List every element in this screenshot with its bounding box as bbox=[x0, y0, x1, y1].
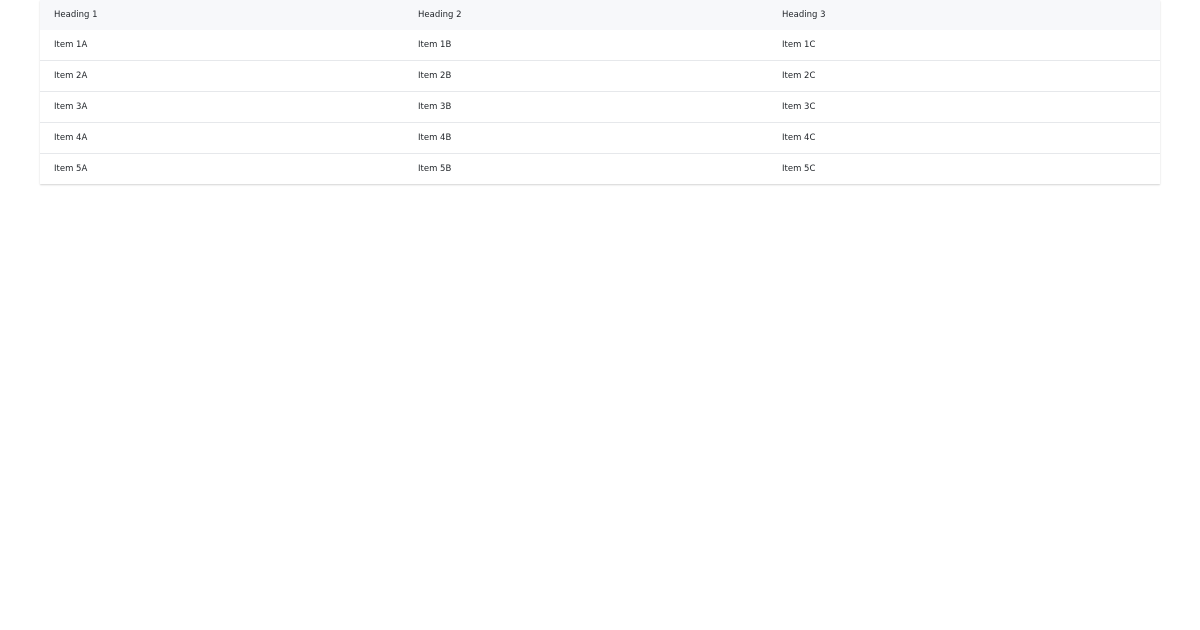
table-row: Item 3A Item 3B Item 3C bbox=[40, 91, 1160, 123]
table-cell: Item 4C bbox=[768, 122, 1160, 154]
table-header-row: Heading 1 Heading 2 Heading 3 bbox=[40, 0, 1160, 30]
table-header: Heading 1 Heading 2 Heading 3 bbox=[40, 0, 1160, 30]
table-cell: Item 1A bbox=[54, 40, 88, 50]
table-body: Item 1A Item 1B Item 1C Item 2A Item 2B … bbox=[40, 30, 1160, 184]
table-row: Item 4A Item 4B Item 4C bbox=[40, 122, 1160, 154]
column-header-3: Heading 3 bbox=[782, 10, 826, 20]
table-cell: Item 5C bbox=[768, 153, 1160, 184]
table-cell: Item 2C bbox=[768, 60, 1160, 92]
column-header-1: Heading 1 bbox=[54, 10, 98, 20]
data-table-container: Heading 1 Heading 2 Heading 3 Item 1A It… bbox=[40, 0, 1160, 184]
table-cell: Item 3A bbox=[40, 91, 404, 123]
table-cell: Item 1B bbox=[418, 40, 452, 50]
table-cell: Item 2A bbox=[40, 60, 404, 92]
table-row: Item 1A Item 1B Item 1C bbox=[40, 30, 1160, 61]
table-cell: Item 5A bbox=[40, 153, 404, 184]
table-row: Item 2A Item 2B Item 2C bbox=[40, 60, 1160, 92]
data-table: Heading 1 Heading 2 Heading 3 Item 1A It… bbox=[40, 0, 1160, 184]
column-header-2: Heading 2 bbox=[418, 10, 462, 20]
table-cell: Item 4A bbox=[40, 122, 404, 154]
table-cell: Item 1C bbox=[782, 40, 816, 50]
table-cell: Item 3B bbox=[404, 91, 768, 123]
table-cell: Item 5B bbox=[404, 153, 768, 184]
table-cell: Item 3C bbox=[768, 91, 1160, 123]
table-cell: Item 4B bbox=[404, 122, 768, 154]
table-cell: Item 2B bbox=[404, 60, 768, 92]
table-row: Item 5A Item 5B Item 5C bbox=[40, 153, 1160, 184]
